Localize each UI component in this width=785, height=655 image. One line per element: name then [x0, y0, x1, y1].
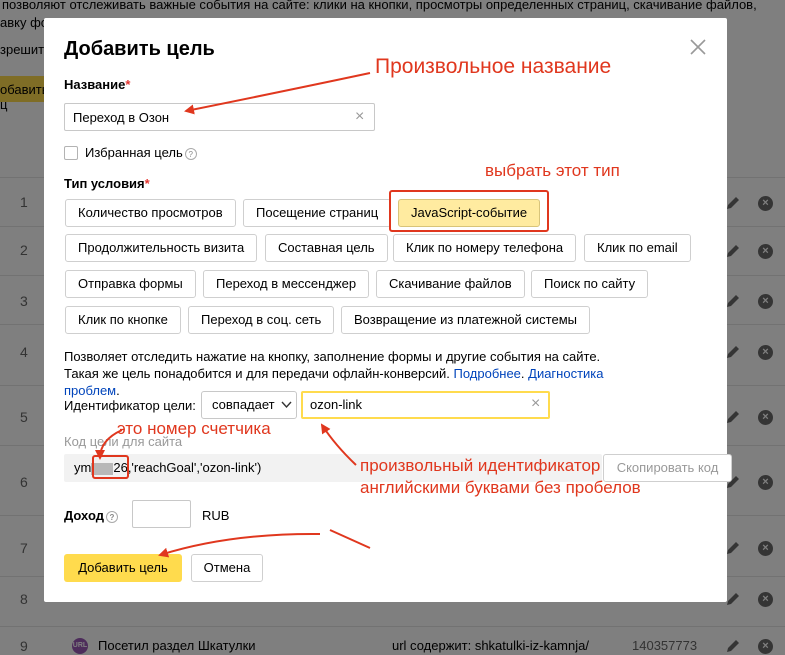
name-field-label: Название*	[64, 77, 131, 92]
goal-identifier-input[interactable]: ozon-link	[301, 391, 550, 419]
favorite-checkbox-label[interactable]: Избранная цель?	[85, 145, 197, 160]
dialog-title: Добавить цель	[64, 38, 215, 60]
type-button-email-click[interactable]: Клик по email	[584, 234, 691, 262]
clear-icon[interactable]: ×	[531, 396, 540, 412]
annotation-counter-box	[92, 455, 129, 479]
type-button-button-click[interactable]: Клик по кнопке	[65, 306, 181, 334]
type-button-phone-click[interactable]: Клик по номеру телефона	[393, 234, 577, 262]
clear-icon[interactable]: ×	[355, 109, 364, 125]
annotation-highlight-box	[389, 190, 549, 232]
type-button-social[interactable]: Переход в соц. сеть	[188, 306, 335, 334]
match-type-select[interactable]: совпадает	[201, 391, 297, 419]
more-link[interactable]: Подробнее	[453, 366, 520, 381]
cancel-button[interactable]: Отмена	[191, 554, 263, 582]
close-icon[interactable]	[689, 38, 707, 56]
identifier-label: Идентификатор цели:	[64, 398, 196, 413]
help-icon[interactable]: ?	[105, 510, 118, 523]
type-button-form-submit[interactable]: Отправка формы	[65, 270, 196, 298]
type-button-file-download[interactable]: Скачивание файлов	[376, 270, 525, 298]
annotation-choose-type: выбрать этот тип	[485, 161, 620, 180]
annotation-counter-number: это номер счетчика	[117, 419, 271, 438]
help-icon[interactable]: ?	[184, 147, 197, 160]
type-button-visit-duration[interactable]: Продолжительность визита	[65, 234, 258, 262]
type-button-messenger[interactable]: Переход в мессенджер	[203, 270, 370, 298]
type-button-page-visit[interactable]: Посещение страниц	[243, 199, 392, 227]
type-button-site-search[interactable]: Поиск по сайту	[531, 270, 649, 298]
type-button-pageviews[interactable]: Количество просмотров	[65, 199, 236, 227]
favorite-checkbox[interactable]	[64, 146, 78, 160]
add-goal-button[interactable]: Добавить цель	[64, 554, 182, 582]
goal-name-input[interactable]: Переход в Озон	[64, 103, 375, 131]
type-button-payment-return[interactable]: Возвращение из платежной системы	[341, 306, 590, 334]
chevron-down-icon	[281, 401, 292, 409]
annotation-arbitrary-id-line2: английскими буквами без пробелов	[360, 478, 641, 497]
income-input[interactable]	[132, 500, 191, 528]
annotation-arbitrary-id-line1: произвольный идентификатор	[360, 456, 601, 475]
type-button-composite[interactable]: Составная цель	[265, 234, 388, 262]
annotation-arbitrary-name: Произвольное название	[375, 55, 612, 78]
income-currency: RUB	[202, 508, 230, 523]
condition-type-label: Тип условия*	[64, 176, 150, 191]
income-label: Доход?	[64, 508, 118, 523]
add-goal-dialog: Добавить цель Название* Переход в Озон ×…	[44, 18, 732, 602]
